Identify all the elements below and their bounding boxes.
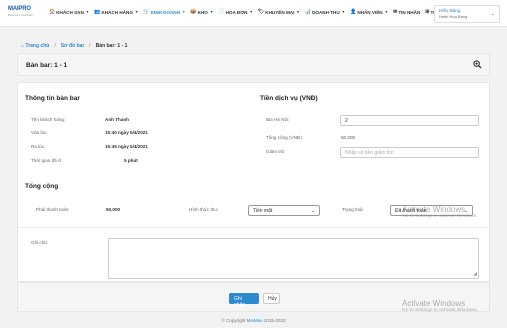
user-menu[interactable]: Hiếu Bảng Hotel Hùu Bang ⌄ [434,5,500,23]
box-icon: 📦 [190,9,197,15]
nav-item-warehouse[interactable]: 📦 KHO ▼ [190,9,213,15]
caret-down-icon: ▼ [85,10,90,14]
checkout-label: Ra lúc: [31,144,46,149]
invoice-icon: 📄 [218,9,225,15]
user-icon: 👤 [350,9,357,15]
chevron-down-icon: ⌄ [490,11,495,17]
brand-logo-text: MAIPRO [8,6,31,12]
nav-item-label: KHÁCH SẠN [56,9,84,15]
top-navbar: MAIPRO Business Software 🏠 KHÁCH SẠN ▼ 👥 KH… [0,0,507,27]
breadcrumb-separator: / [54,43,56,49]
breadcrumb: ⌂ Trang chủ / Sơ đồ bar / Bàn bar: 1 - 1 [21,43,127,49]
discount-label: Giảm trừ: [266,149,286,154]
nav-item-hotel[interactable]: 🏠 KHÁCH SẠN ▼ [49,9,89,15]
nav-item-messages[interactable]: ✉ TIN NHẮN [393,9,420,15]
nav-item-label: KHUYẾN MẠI [265,9,295,15]
service-total-label: Tổng cộng (VNĐ): [266,135,304,140]
nav-item-label: DOANH THU [312,9,340,15]
checkin-label: Vào lúc: [31,130,48,135]
payment-method-select[interactable]: Tiền mặt ⌄ [248,205,320,216]
brand-logo-subtext: Business Software [8,13,33,17]
main-nav: 🏠 KHÁCH SẠN ▼ 👥 KHÁCH HÀNG ▼ 🛒 KINH DOANH ▼ 📦 K… [49,9,449,15]
discount-input[interactable]: Nhập số tiền giảm trừ [340,147,479,158]
caret-down-icon: ▼ [296,10,300,14]
summary-section-title: Tổng cộng [25,183,59,190]
checkout-value: 15:45 ngày 5/4/2021 [105,144,148,149]
page-header: Bàn bar: 1 - 1 [17,53,490,76]
checkin-value: 15:40 ngày 5/4/2021 [105,130,148,135]
breadcrumb-home-label: Trang chủ [25,43,50,49]
caret-down-icon: ▼ [209,10,214,14]
message-icon: ✉ [393,9,398,15]
nav-item-business[interactable]: 🛒 KINH DOANH ▼ [143,9,185,15]
breadcrumb-current: Bàn bar: 1 - 1 [95,43,128,49]
watermark-subtitle: Go to Settings to activate Windows. [402,308,478,313]
nav-item-promotions[interactable]: 🏷 KHUYẾN MẠI ▼ [258,9,300,15]
duration-label: Thời gian đã ở: [31,158,63,163]
amount-due-value: 50,000 [106,207,121,212]
cancel-button[interactable]: Hủy [263,293,280,304]
grid-icon: ⊞ [425,9,430,15]
tag-icon: 🏷 [257,9,265,15]
info-section-title: Thông tin bàn bar [25,95,80,102]
duration-value: 5 phút [124,158,138,163]
nav-item-invoices[interactable]: 📄 HÓA ĐƠN ▼ [218,9,253,15]
watermark-subtitle: Go to Settings to activate Windows. [402,214,478,219]
beer-label: Bia Hà Nội: [266,117,290,122]
service-section-title: Tiền dịch vụ (VNĐ) [260,95,318,102]
note-textarea[interactable]: ◢ [108,238,479,279]
home-icon: 🏠 [49,9,56,15]
page-title: Bàn bar: 1 - 1 [26,62,68,69]
nav-item-label: KINH DOANH [150,9,180,15]
nav-item-staff[interactable]: 👤 NHÂN VIÊN ▼ [350,9,388,15]
service-total-value: 50,000 [341,135,356,140]
activate-windows-watermark: Activate Windows Go to Settings to activ… [402,299,478,313]
nav-item-label: KHO [197,9,208,15]
caret-down-icon: ▼ [181,10,186,14]
copyright: © Copyright MaiMau 2015-2020 [0,318,507,323]
caret-down-icon: ▼ [384,10,389,14]
chart-icon: 📊 [304,9,312,15]
payment-method-label: Hình thức thu: [189,207,219,212]
nav-item-customers[interactable]: 👥 KHÁCH HÀNG ▼ [94,9,138,15]
status-label: Trạng thái: [342,207,364,212]
caret-down-icon: ▼ [341,10,346,14]
confirm-button[interactable]: Ghi nhận [229,293,259,308]
copyright-prefix: © Copyright [221,318,246,323]
amount-due-label: Phải thanh toán: [36,207,70,212]
customer-value: Anh Thanh [105,117,129,122]
bar-detail-form: Thông tin bàn bar Tên khách hàng: Anh Th… [17,82,490,282]
watermark-title: Activate Windows [402,299,466,308]
beer-quantity-input[interactable]: 2 [340,115,479,126]
nav-item-label: NHÂN VIÊN [357,9,383,15]
divider [18,227,489,228]
copyright-years: 2015-2020 [263,318,286,323]
watermark-title: Activate Windows [402,205,466,214]
payment-method-value: Tiền mặt [253,208,273,214]
breadcrumb-bar-map[interactable]: Sơ đồ bar [61,43,85,49]
caret-down-icon: ▼ [249,10,253,14]
users-icon: 👥 [94,9,101,15]
chevron-down-icon: ⌄ [310,208,315,214]
breadcrumb-home[interactable]: ⌂ Trang chủ [21,43,49,49]
user-name: Hiếu Bảng [439,8,461,13]
activate-windows-watermark: Activate Windows Go to Settings to activ… [402,205,478,219]
cart-icon: 🛒 [143,9,150,15]
nav-item-label: KHÁCH HÀNG [101,9,133,15]
brand-logo[interactable]: MAIPRO Business Software [8,6,40,20]
user-hotel: Hotel Hùu Bang [439,14,468,19]
zoom-icon[interactable] [473,60,482,69]
copyright-brand[interactable]: MaiMau [247,318,263,323]
nav-item-revenue[interactable]: 📊 DOANH THU ▼ [305,9,345,15]
breadcrumb-separator: / [89,43,91,49]
caret-down-icon: ▼ [134,10,139,14]
customer-label: Tên khách hàng: [31,117,66,122]
nav-item-label: TIN NHẮN [398,9,421,15]
nav-item-label: HÓA ĐƠN [225,9,248,15]
note-label: Ghi chú: [31,240,49,245]
resize-handle-icon[interactable]: ◢ [473,272,477,277]
